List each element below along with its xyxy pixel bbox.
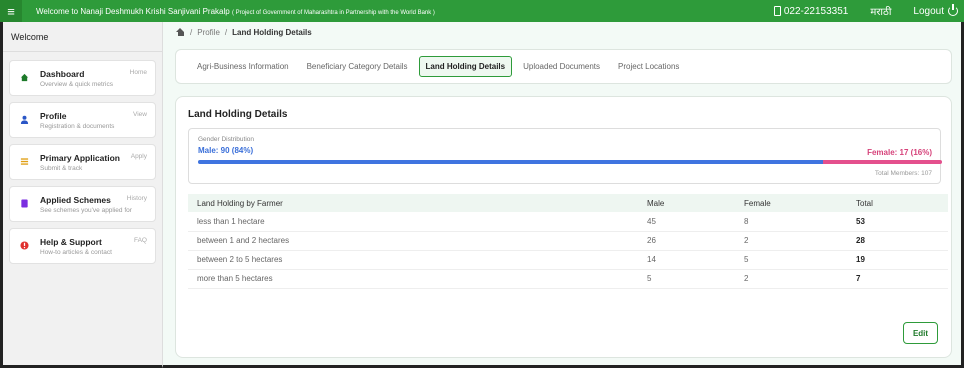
sidebar-item-tag: Home: [129, 69, 147, 76]
section-title: Land Holding Details: [188, 109, 288, 120]
tab-uploaded-documents[interactable]: Uploaded Documents: [516, 56, 607, 77]
tab-bar: Agri-Business Information Beneficiary Ca…: [175, 49, 952, 84]
welcome-subtext: ( Project of Government of Maharashtra i…: [231, 9, 435, 16]
language-toggle[interactable]: मराठी: [870, 4, 891, 18]
sidebar-item-title: Applied Schemes: [40, 194, 111, 205]
main-content: / Profile / Land Holding Details Agri-Bu…: [163, 22, 964, 368]
phone-number: 022-22153351: [783, 5, 849, 17]
tab-beneficiary-category-details[interactable]: Beneficiary Category Details: [300, 56, 415, 77]
sidebar-welcome: Welcome: [3, 22, 162, 52]
breadcrumb-separator: /: [224, 28, 228, 37]
gender-bar-male: [198, 160, 823, 164]
table-cell: 7: [847, 269, 948, 289]
table-cell: 53: [847, 212, 948, 232]
phone-contact[interactable]: 022-22153351: [773, 5, 849, 17]
table-cell: 5: [638, 269, 735, 289]
column-header: Male: [638, 194, 735, 212]
table-cell: 19: [847, 250, 948, 270]
sidebar-item-subtitle: Overview & quick metrics: [40, 80, 113, 88]
sidebar-item-help-support[interactable]: Help & Support How-to articles & contact…: [9, 228, 156, 264]
breadcrumb-current: Land Holding Details: [232, 28, 312, 37]
land-holding-table: Land Holding by Farmer Male Female Total…: [188, 194, 948, 289]
table-cell: 28: [847, 231, 948, 251]
table-cell: 2: [735, 231, 847, 251]
logout-button[interactable]: Logout: [913, 4, 958, 17]
home-icon[interactable]: [176, 28, 185, 37]
breadcrumb: / Profile / Land Holding Details: [176, 28, 312, 37]
gender-distribution-label: Gender Distribution: [198, 136, 254, 143]
gender-distribution-box: Gender Distribution Male: 90 (84%) Femal…: [188, 128, 942, 184]
list-icon: [20, 158, 29, 165]
phone-icon: [773, 6, 781, 16]
sidebar-item-applied-schemes[interactable]: Applied Schemes See schemes you've appli…: [9, 186, 156, 222]
table-cell: 8: [735, 212, 847, 232]
sidebar-item-profile[interactable]: Profile Registration & documents View: [9, 102, 156, 138]
folder-icon: [21, 199, 28, 208]
sidebar: Welcome Dashboard Overview & quick metri…: [0, 22, 163, 368]
table-cell: 45: [638, 212, 735, 232]
table-cell: between 2 to 5 hectares: [188, 250, 638, 270]
help-icon: [20, 241, 29, 250]
logout-label: Logout: [913, 5, 944, 17]
table-header-row: Land Holding by Farmer Male Female Total: [188, 194, 948, 212]
land-holding-card: Land Holding Details Gender Distribution…: [175, 96, 952, 358]
sidebar-item-subtitle: How-to articles & contact: [40, 248, 112, 256]
table-cell: 14: [638, 250, 735, 270]
tab-land-holding-details[interactable]: Land Holding Details: [418, 56, 513, 77]
sidebar-item-subtitle: Registration & documents: [40, 122, 115, 130]
sidebar-item-dashboard[interactable]: Dashboard Overview & quick metrics Home: [9, 60, 156, 96]
gender-bar: [198, 160, 942, 164]
table-row: less than 1 hectare 45 8 53: [188, 212, 948, 232]
breadcrumb-separator: /: [190, 28, 193, 37]
welcome-banner: Welcome to Nanaji Deshmukh Krishi Sanjiv…: [36, 7, 435, 16]
total-members: Total Members: 107: [874, 170, 932, 177]
breadcrumb-profile[interactable]: Profile: [197, 28, 220, 37]
table-row: between 2 to 5 hectares 14 5 19: [188, 250, 948, 270]
table-cell: between 1 and 2 hectares: [188, 231, 638, 251]
sidebar-item-title: Primary Application: [40, 152, 120, 163]
sidebar-item-title: Dashboard: [40, 68, 85, 79]
column-header: Total: [847, 194, 948, 212]
tab-project-locations[interactable]: Project Locations: [611, 56, 686, 77]
sidebar-item-subtitle: See schemes you've applied for: [40, 206, 132, 214]
sidebar-item-tag: Apply: [130, 153, 147, 160]
edit-button[interactable]: Edit: [903, 322, 938, 344]
sidebar-item-title: Profile: [40, 110, 67, 121]
sidebar-item-primary-application[interactable]: Primary Application Submit & track Apply: [9, 144, 156, 180]
table-cell: 5: [735, 250, 847, 270]
table-cell: 2: [735, 269, 847, 289]
user-icon: [20, 115, 29, 124]
table-row: more than 5 hectares 5 2 7: [188, 269, 948, 289]
sidebar-item-tag: FAQ: [133, 237, 147, 244]
column-header: Female: [735, 194, 847, 212]
table-row: between 1 and 2 hectares 26 2 28: [188, 231, 948, 251]
welcome-text: Welcome to Nanaji Deshmukh Krishi Sanjiv…: [36, 6, 230, 16]
table-cell: 26: [638, 231, 735, 251]
table-cell: more than 5 hectares: [188, 269, 638, 289]
menu-icon[interactable]: ≡: [0, 0, 22, 22]
sidebar-item-tag: View: [133, 111, 147, 118]
sidebar-item-tag: History: [126, 195, 147, 202]
column-header: Land Holding by Farmer: [188, 194, 638, 212]
male-count: Male: 90 (84%): [198, 146, 254, 155]
table-cell: less than 1 hectare: [188, 212, 638, 232]
top-bar: ≡ Welcome to Nanaji Deshmukh Krishi Sanj…: [0, 0, 964, 22]
sidebar-item-title: Help & Support: [40, 236, 102, 247]
power-icon: [948, 4, 958, 16]
female-count: Female: 17 (16%): [867, 148, 932, 157]
gender-bar-female: [822, 160, 942, 164]
home-icon: [20, 73, 29, 82]
sidebar-item-subtitle: Submit & track: [40, 164, 83, 172]
tab-agri-business-information[interactable]: Agri-Business Information: [190, 56, 296, 77]
